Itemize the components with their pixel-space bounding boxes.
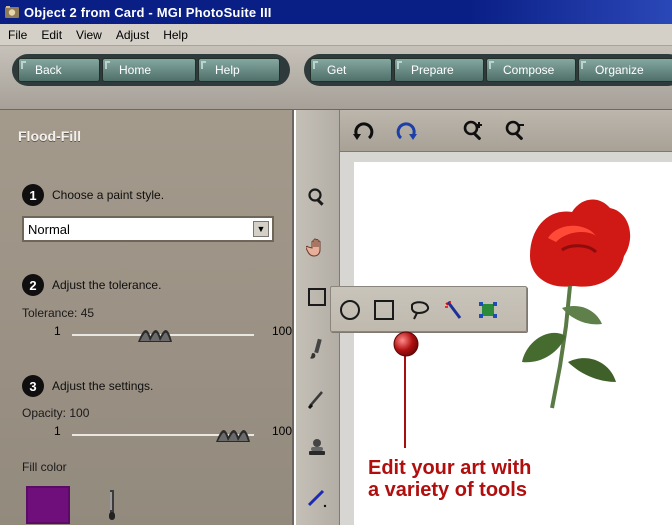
magic-wand-icon[interactable] bbox=[441, 298, 467, 322]
tolerance-min: 1 bbox=[54, 324, 61, 338]
notch-icon bbox=[21, 61, 26, 69]
notch-icon bbox=[313, 61, 318, 69]
tolerance-slider[interactable]: 1 100 bbox=[54, 324, 292, 346]
step-2: 2 Adjust the tolerance. bbox=[22, 274, 161, 296]
tolerance-max: 100 bbox=[271, 324, 292, 338]
menu-bar: File Edit View Adjust Help bbox=[0, 24, 672, 46]
menu-adjust[interactable]: Adjust bbox=[108, 28, 155, 42]
notch-icon bbox=[105, 61, 110, 69]
object-select-icon[interactable] bbox=[475, 298, 501, 322]
window-title: Object 2 from Card - MGI PhotoSuite III bbox=[24, 4, 272, 20]
callout-line-1: Edit your art with bbox=[368, 457, 532, 479]
nav-organize-button[interactable]: Organize bbox=[578, 58, 672, 82]
navigation-bar: Back Home Help Get Prepare Compose Organ… bbox=[0, 46, 672, 110]
step-3: 3 Adjust the settings. bbox=[22, 375, 153, 397]
notch-icon bbox=[581, 61, 586, 69]
nav-compose-button[interactable]: Compose bbox=[486, 58, 576, 82]
opacity-min: 1 bbox=[54, 424, 61, 438]
nav-help-label: Help bbox=[215, 63, 240, 77]
step-3-text: Adjust the settings. bbox=[52, 379, 154, 393]
zoom-out-icon[interactable] bbox=[502, 118, 530, 144]
nav-prepare-button[interactable]: Prepare bbox=[394, 58, 484, 82]
app-icon bbox=[4, 4, 20, 20]
fill-color-swatch[interactable] bbox=[26, 486, 70, 524]
notch-icon bbox=[489, 61, 494, 69]
callout-text: Edit your art with a variety of tools bbox=[368, 457, 628, 501]
nav-group-right: Get Prepare Compose Organize bbox=[304, 54, 672, 86]
step-1-number: 1 bbox=[22, 184, 44, 206]
nav-get-label: Get bbox=[327, 63, 347, 77]
magnifier-icon[interactable] bbox=[304, 184, 330, 210]
menu-file[interactable]: File bbox=[0, 28, 33, 42]
brush-icon[interactable] bbox=[304, 336, 330, 362]
nav-help-button[interactable]: Help bbox=[198, 58, 280, 82]
pencil-icon[interactable] bbox=[304, 386, 330, 412]
fill-color-label: Fill color bbox=[22, 460, 67, 474]
nav-prepare-label: Prepare bbox=[411, 63, 454, 77]
rect-select-icon[interactable] bbox=[371, 298, 397, 322]
step-2-number: 2 bbox=[22, 274, 44, 296]
callout-pin-stem bbox=[404, 352, 406, 448]
step-2-text: Adjust the tolerance. bbox=[52, 278, 162, 292]
paint-style-value: Normal bbox=[28, 221, 70, 237]
selection-rect-icon[interactable] bbox=[304, 284, 330, 310]
callout-line-2: a variety of tools bbox=[368, 479, 527, 501]
nav-group-left: Back Home Help bbox=[12, 54, 290, 86]
menu-view[interactable]: View bbox=[68, 28, 108, 42]
nav-home-button[interactable]: Home bbox=[102, 58, 196, 82]
eyedropper-icon[interactable] bbox=[104, 488, 120, 522]
slider-thumb-icon[interactable] bbox=[134, 324, 176, 346]
notch-icon bbox=[201, 61, 206, 69]
opacity-max: 100 bbox=[271, 424, 292, 438]
nav-back-button[interactable]: Back bbox=[18, 58, 100, 82]
notch-icon bbox=[397, 61, 402, 69]
zoom-in-icon[interactable] bbox=[460, 118, 488, 144]
paint-style-select[interactable]: Normal ▼ bbox=[22, 216, 274, 242]
nav-home-label: Home bbox=[119, 63, 152, 77]
lasso-icon[interactable] bbox=[407, 298, 433, 322]
nav-back-label: Back bbox=[35, 63, 62, 77]
selection-tools-flyout bbox=[330, 286, 527, 332]
step-1: 1 Choose a paint style. bbox=[22, 184, 164, 206]
title-bar: Object 2 from Card - MGI PhotoSuite III bbox=[0, 0, 672, 24]
menu-edit[interactable]: Edit bbox=[33, 28, 68, 42]
ellipse-select-icon[interactable] bbox=[337, 298, 363, 322]
tolerance-label: Tolerance: 45 bbox=[22, 306, 95, 320]
step-3-number: 3 bbox=[22, 375, 44, 397]
nav-organize-label: Organize bbox=[595, 63, 644, 77]
canvas-toolbar bbox=[340, 110, 672, 152]
rotate-left-icon[interactable] bbox=[350, 118, 378, 144]
opacity-label: Opacity: 100 bbox=[22, 406, 90, 420]
nav-get-button[interactable]: Get bbox=[310, 58, 392, 82]
step-1-text: Choose a paint style. bbox=[52, 188, 165, 202]
menu-help[interactable]: Help bbox=[155, 28, 194, 42]
callout-pin-icon bbox=[392, 330, 420, 358]
opacity-slider[interactable]: 1 100 bbox=[54, 424, 292, 446]
line-tool-icon[interactable] bbox=[304, 484, 330, 510]
chevron-down-icon[interactable]: ▼ bbox=[253, 221, 269, 237]
nav-compose-label: Compose bbox=[503, 63, 555, 77]
rotate-right-icon[interactable] bbox=[392, 118, 420, 144]
stamp-icon[interactable] bbox=[304, 434, 330, 460]
panel-title: Flood-Fill bbox=[18, 128, 81, 144]
slider-thumb-icon[interactable] bbox=[212, 424, 254, 446]
hand-icon[interactable] bbox=[304, 234, 330, 260]
